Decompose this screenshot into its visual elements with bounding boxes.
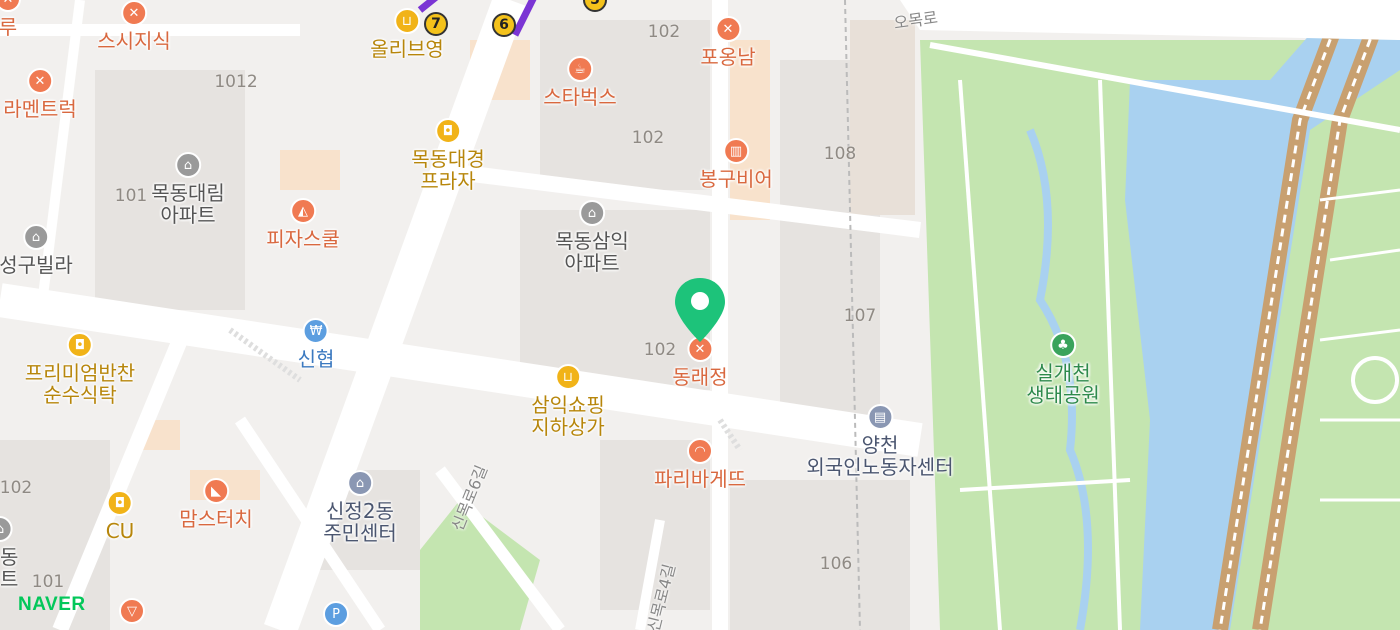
building-number: 107 bbox=[843, 306, 877, 326]
restaurant-icon: ✕ bbox=[26, 68, 53, 94]
poi-label: 목동대림 아파트 bbox=[151, 181, 225, 227]
won-icon: ₩ bbox=[303, 318, 329, 344]
government-icon: ⌂ bbox=[346, 470, 373, 496]
poi-label: 실개천 생태공원 bbox=[1026, 361, 1100, 407]
poi-label: 목동 아트 bbox=[0, 545, 19, 591]
pizza-icon: ◭ bbox=[289, 198, 316, 224]
map-canvas[interactable]: 765 ✕ 스시지식 ⊔ 올리브영 ✕ 라멘트럭 ✕ 포옹남 ☕ 스타벅스 ◘ 목동대경 프라자 ▥ 봉구… bbox=[0, 0, 1400, 630]
poi-label: 신협 bbox=[297, 347, 335, 371]
poi-bonggubeer[interactable]: ▥ 봉구비어 bbox=[699, 138, 773, 190]
poi-sinhyup[interactable]: ₩ 신협 bbox=[297, 318, 335, 371]
poi-label: 피자스쿨 bbox=[266, 227, 340, 251]
poi-label: CU bbox=[105, 519, 135, 543]
shopping-bag-icon: ◘ bbox=[434, 118, 461, 144]
poi-parking[interactable]: P bbox=[323, 601, 349, 627]
poi-sinjeong[interactable]: ⌂ 신정2동 주민센터 bbox=[323, 470, 397, 544]
naver-logo: NAVER bbox=[18, 594, 86, 615]
poi-label: 스타벅스 bbox=[543, 85, 617, 109]
beer-icon: ▥ bbox=[722, 138, 749, 164]
apartment-icon: ⌂ bbox=[174, 152, 201, 178]
bakery-icon: ◠ bbox=[687, 438, 713, 464]
poi-mokdong_plaza[interactable]: ◘ 목동대경 프라자 bbox=[411, 118, 485, 192]
shopping-cart-icon: ⊔ bbox=[393, 8, 420, 34]
shopping-bag-icon: ◘ bbox=[106, 490, 133, 516]
poi-cu[interactable]: ◘ CU bbox=[105, 490, 135, 543]
poi-paris[interactable]: ◠ 파리바게뜨 bbox=[654, 438, 746, 490]
building-number: 101 bbox=[31, 572, 65, 592]
poi-label: 양천 외국인노동자센터 bbox=[806, 433, 954, 479]
poi-seonggu[interactable]: ⌂ 성구빌라 bbox=[0, 224, 73, 276]
chicken-icon: ◣ bbox=[202, 478, 229, 504]
poi-mokdong_left[interactable]: ⌂ 목동 아트 bbox=[0, 516, 18, 590]
poi-label: 봉구비어 bbox=[699, 167, 773, 191]
poi-label: 맘스터치 bbox=[179, 507, 253, 531]
apartment-icon: ⌂ bbox=[578, 200, 605, 226]
poi-ru[interactable]: ✕루 bbox=[0, 0, 21, 38]
building-number: 102 bbox=[647, 22, 681, 42]
poi-starbucks[interactable]: ☕ 스타벅스 bbox=[543, 56, 617, 108]
poi-premium[interactable]: ◘ 프리미엄반찬 순수식탁 bbox=[25, 332, 135, 406]
poi-label: 스시지식 bbox=[97, 29, 171, 53]
building-number: 101 bbox=[114, 186, 148, 206]
poi-pohongnam[interactable]: ✕ 포옹남 bbox=[700, 16, 756, 69]
route-stop-marker[interactable]: 6 bbox=[492, 13, 516, 37]
parking-icon: P bbox=[323, 601, 349, 627]
building-number: 102 bbox=[0, 478, 33, 498]
tree-icon: ♣ bbox=[1049, 332, 1076, 358]
coffee-icon: ☕ bbox=[566, 56, 593, 82]
poi-label: 파리바게뜨 bbox=[654, 467, 746, 491]
poi-label: 성구빌라 bbox=[0, 253, 73, 277]
poi-label: 삼익쇼핑 지하상가 bbox=[531, 393, 605, 439]
poi-oliveyoung[interactable]: ⊔ 올리브영 bbox=[370, 8, 444, 60]
selected-location-pin[interactable] bbox=[672, 276, 728, 346]
office-icon: ▤ bbox=[866, 404, 893, 430]
apartment-icon: ⌂ bbox=[0, 516, 13, 542]
building-number: 108 bbox=[823, 144, 857, 164]
poi-label: 라멘트럭 bbox=[3, 97, 77, 121]
poi-pizza[interactable]: ◭ 피자스쿨 bbox=[266, 198, 340, 250]
restaurant-icon: ✕ bbox=[714, 16, 741, 42]
restaurant-icon: ✕ bbox=[120, 0, 147, 26]
poi-silgae[interactable]: ♣ 실개천 생태공원 bbox=[1026, 332, 1100, 406]
poi-momstouch[interactable]: ◣ 맘스터치 bbox=[179, 478, 253, 530]
shopping-bag-icon: ◘ bbox=[67, 332, 93, 358]
selected-place-name: 동래정 bbox=[672, 365, 728, 389]
poi-label: 신정2동 주민센터 bbox=[323, 499, 397, 545]
poi-ramen[interactable]: ✕ 라멘트럭 bbox=[3, 68, 77, 120]
restaurant-icon: ✕ bbox=[0, 0, 21, 12]
ice-cream-icon: ▽ bbox=[119, 598, 145, 624]
poi-daelim[interactable]: ⌂ 목동대림 아파트 bbox=[151, 152, 225, 226]
building-number: 1012 bbox=[214, 72, 258, 92]
poi-label: 목동대경 프라자 bbox=[411, 147, 485, 193]
poi-label: 목동삼익 아파트 bbox=[555, 229, 629, 275]
building-number: 106 bbox=[819, 554, 853, 574]
shopping-cart-icon: ⊔ bbox=[554, 364, 581, 390]
apartment-icon: ⌂ bbox=[22, 224, 49, 250]
poi-samik_shop[interactable]: ⊔ 삼익쇼핑 지하상가 bbox=[531, 364, 605, 438]
poi-label: 프리미엄반찬 순수식탁 bbox=[24, 361, 136, 407]
poi-yangcheon[interactable]: ▤ 양천 외국인노동자센터 bbox=[806, 404, 954, 479]
poi-icecream[interactable]: ▽ bbox=[119, 598, 145, 624]
poi-label: 포옹남 bbox=[700, 45, 756, 69]
poi-sushi[interactable]: ✕ 스시지식 bbox=[97, 0, 171, 52]
poi-samik_apt[interactable]: ⌂ 목동삼익 아파트 bbox=[555, 200, 629, 274]
poi-label: 올리브영 bbox=[370, 37, 444, 61]
building-number: 102 bbox=[631, 128, 665, 148]
poi-label: 루 bbox=[0, 15, 18, 39]
